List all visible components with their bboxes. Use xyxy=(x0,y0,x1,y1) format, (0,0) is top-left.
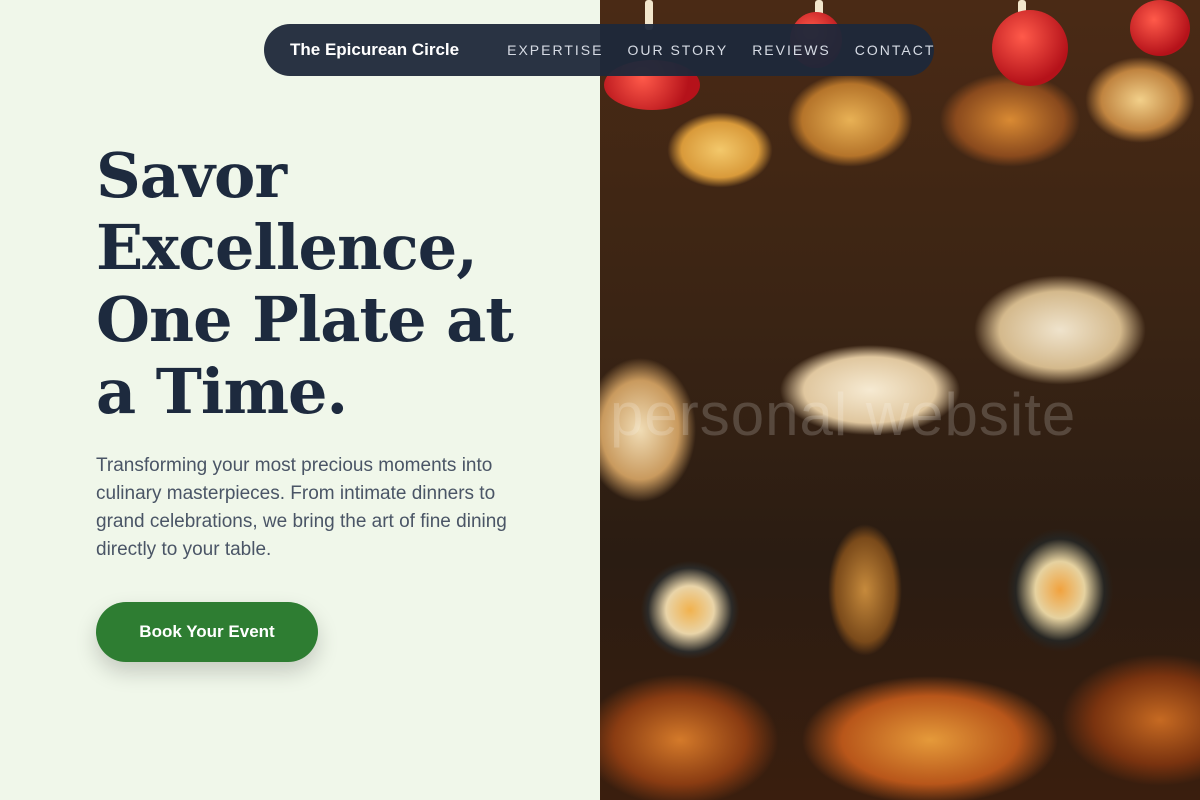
nav-link-reviews[interactable]: REVIEWS xyxy=(752,42,831,58)
nav-link-contact[interactable]: CONTACT xyxy=(855,42,936,58)
hero-headline: Savor Excellence, One Plate at a Time. xyxy=(96,139,514,428)
cherry-tomato xyxy=(1130,0,1190,56)
cherry-tomato xyxy=(992,10,1068,86)
image-watermark: personal website xyxy=(610,381,1077,448)
nav-link-our-story[interactable]: OUR STORY xyxy=(627,42,728,58)
nav-link-expertise[interactable]: EXPERTISE xyxy=(507,42,603,58)
brand-logo[interactable]: The Epicurean Circle xyxy=(290,40,459,60)
hero-food-image: personal website xyxy=(600,0,1200,800)
top-nav: The Epicurean Circle EXPERTISE OUR STORY… xyxy=(264,24,934,76)
nav-links: EXPERTISE OUR STORY REVIEWS CONTACT xyxy=(507,42,935,58)
hero-subtext: Transforming your most precious moments … xyxy=(96,455,507,560)
book-event-button[interactable]: Book Your Event xyxy=(96,602,318,662)
